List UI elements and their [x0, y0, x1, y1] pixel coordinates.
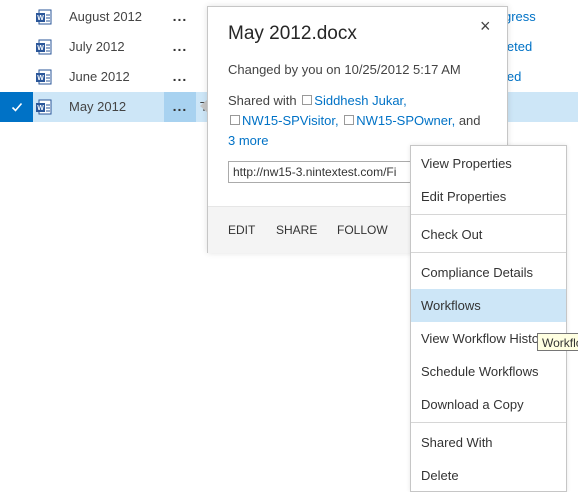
- file-name[interactable]: August 2012: [69, 2, 142, 32]
- svg-text:W: W: [37, 45, 44, 52]
- svg-text:W: W: [37, 105, 44, 112]
- checkmark-icon: [11, 102, 22, 112]
- open-menu-button[interactable]: ...: [164, 62, 196, 92]
- file-name[interactable]: May 2012: [69, 92, 126, 122]
- changed-by-text: Changed by you on 10/25/2012 5:17 AM: [228, 62, 461, 77]
- workflow-status-link[interactable]: gress: [504, 2, 536, 32]
- file-name[interactable]: June 2012: [69, 62, 130, 92]
- menu-item-delete[interactable]: Delete: [411, 459, 566, 492]
- shared-and-text: and: [458, 113, 481, 128]
- shared-with-text: Shared with Siddhesh Jukar, NW15-SPVisit…: [228, 91, 490, 151]
- shared-user-link[interactable]: Siddhesh Jukar,: [314, 93, 407, 108]
- close-icon[interactable]: ×: [480, 16, 491, 37]
- edit-action[interactable]: EDIT: [228, 207, 255, 253]
- svg-text:W: W: [37, 15, 44, 22]
- workflow-status-link[interactable]: leted: [504, 32, 532, 62]
- menu-item-edit-properties[interactable]: Edit Properties: [411, 180, 566, 213]
- open-menu-button[interactable]: ...: [164, 32, 196, 62]
- more-shared-link[interactable]: 3 more: [228, 133, 268, 148]
- shared-with-label: Shared with: [228, 93, 297, 108]
- context-menu: View Properties Edit Properties Check Ou…: [410, 145, 567, 492]
- shared-user-link[interactable]: NW15-SPVisitor,: [242, 113, 339, 128]
- menu-separator: [411, 214, 566, 215]
- menu-separator: [411, 252, 566, 253]
- word-document-icon: W: [36, 9, 52, 25]
- word-document-icon: W: [36, 99, 52, 115]
- document-url-field[interactable]: http://nw15-3.nintextest.com/Fi: [228, 161, 434, 183]
- shared-user-link[interactable]: NW15-SPOwner,: [356, 113, 455, 128]
- menu-item-schedule-workflows[interactable]: Schedule Workflows: [411, 355, 566, 388]
- follow-action[interactable]: FOLLOW: [337, 207, 388, 253]
- menu-separator: [411, 422, 566, 423]
- workflows-tooltip: Workflo: [537, 333, 578, 351]
- open-menu-button[interactable]: ...: [164, 2, 196, 32]
- file-name[interactable]: July 2012: [69, 32, 125, 62]
- row-checkbox[interactable]: [0, 92, 33, 122]
- word-document-icon: W: [36, 39, 52, 55]
- menu-item-check-out[interactable]: Check Out: [411, 218, 566, 251]
- menu-item-download-copy[interactable]: Download a Copy: [411, 388, 566, 421]
- menu-item-view-properties[interactable]: View Properties: [411, 147, 566, 180]
- menu-item-shared-with[interactable]: Shared With: [411, 426, 566, 459]
- word-document-icon: W: [36, 69, 52, 85]
- open-menu-button[interactable]: ...: [164, 92, 196, 122]
- callout-title: May 2012.docx: [228, 23, 357, 44]
- user-presence-icon: [344, 115, 355, 125]
- user-presence-icon: [230, 115, 240, 125]
- user-presence-icon: [302, 95, 313, 105]
- svg-text:W: W: [37, 75, 44, 82]
- share-action[interactable]: SHARE: [276, 207, 317, 253]
- menu-item-compliance-details[interactable]: Compliance Details: [411, 256, 566, 289]
- menu-item-workflows[interactable]: Workflows: [411, 289, 566, 322]
